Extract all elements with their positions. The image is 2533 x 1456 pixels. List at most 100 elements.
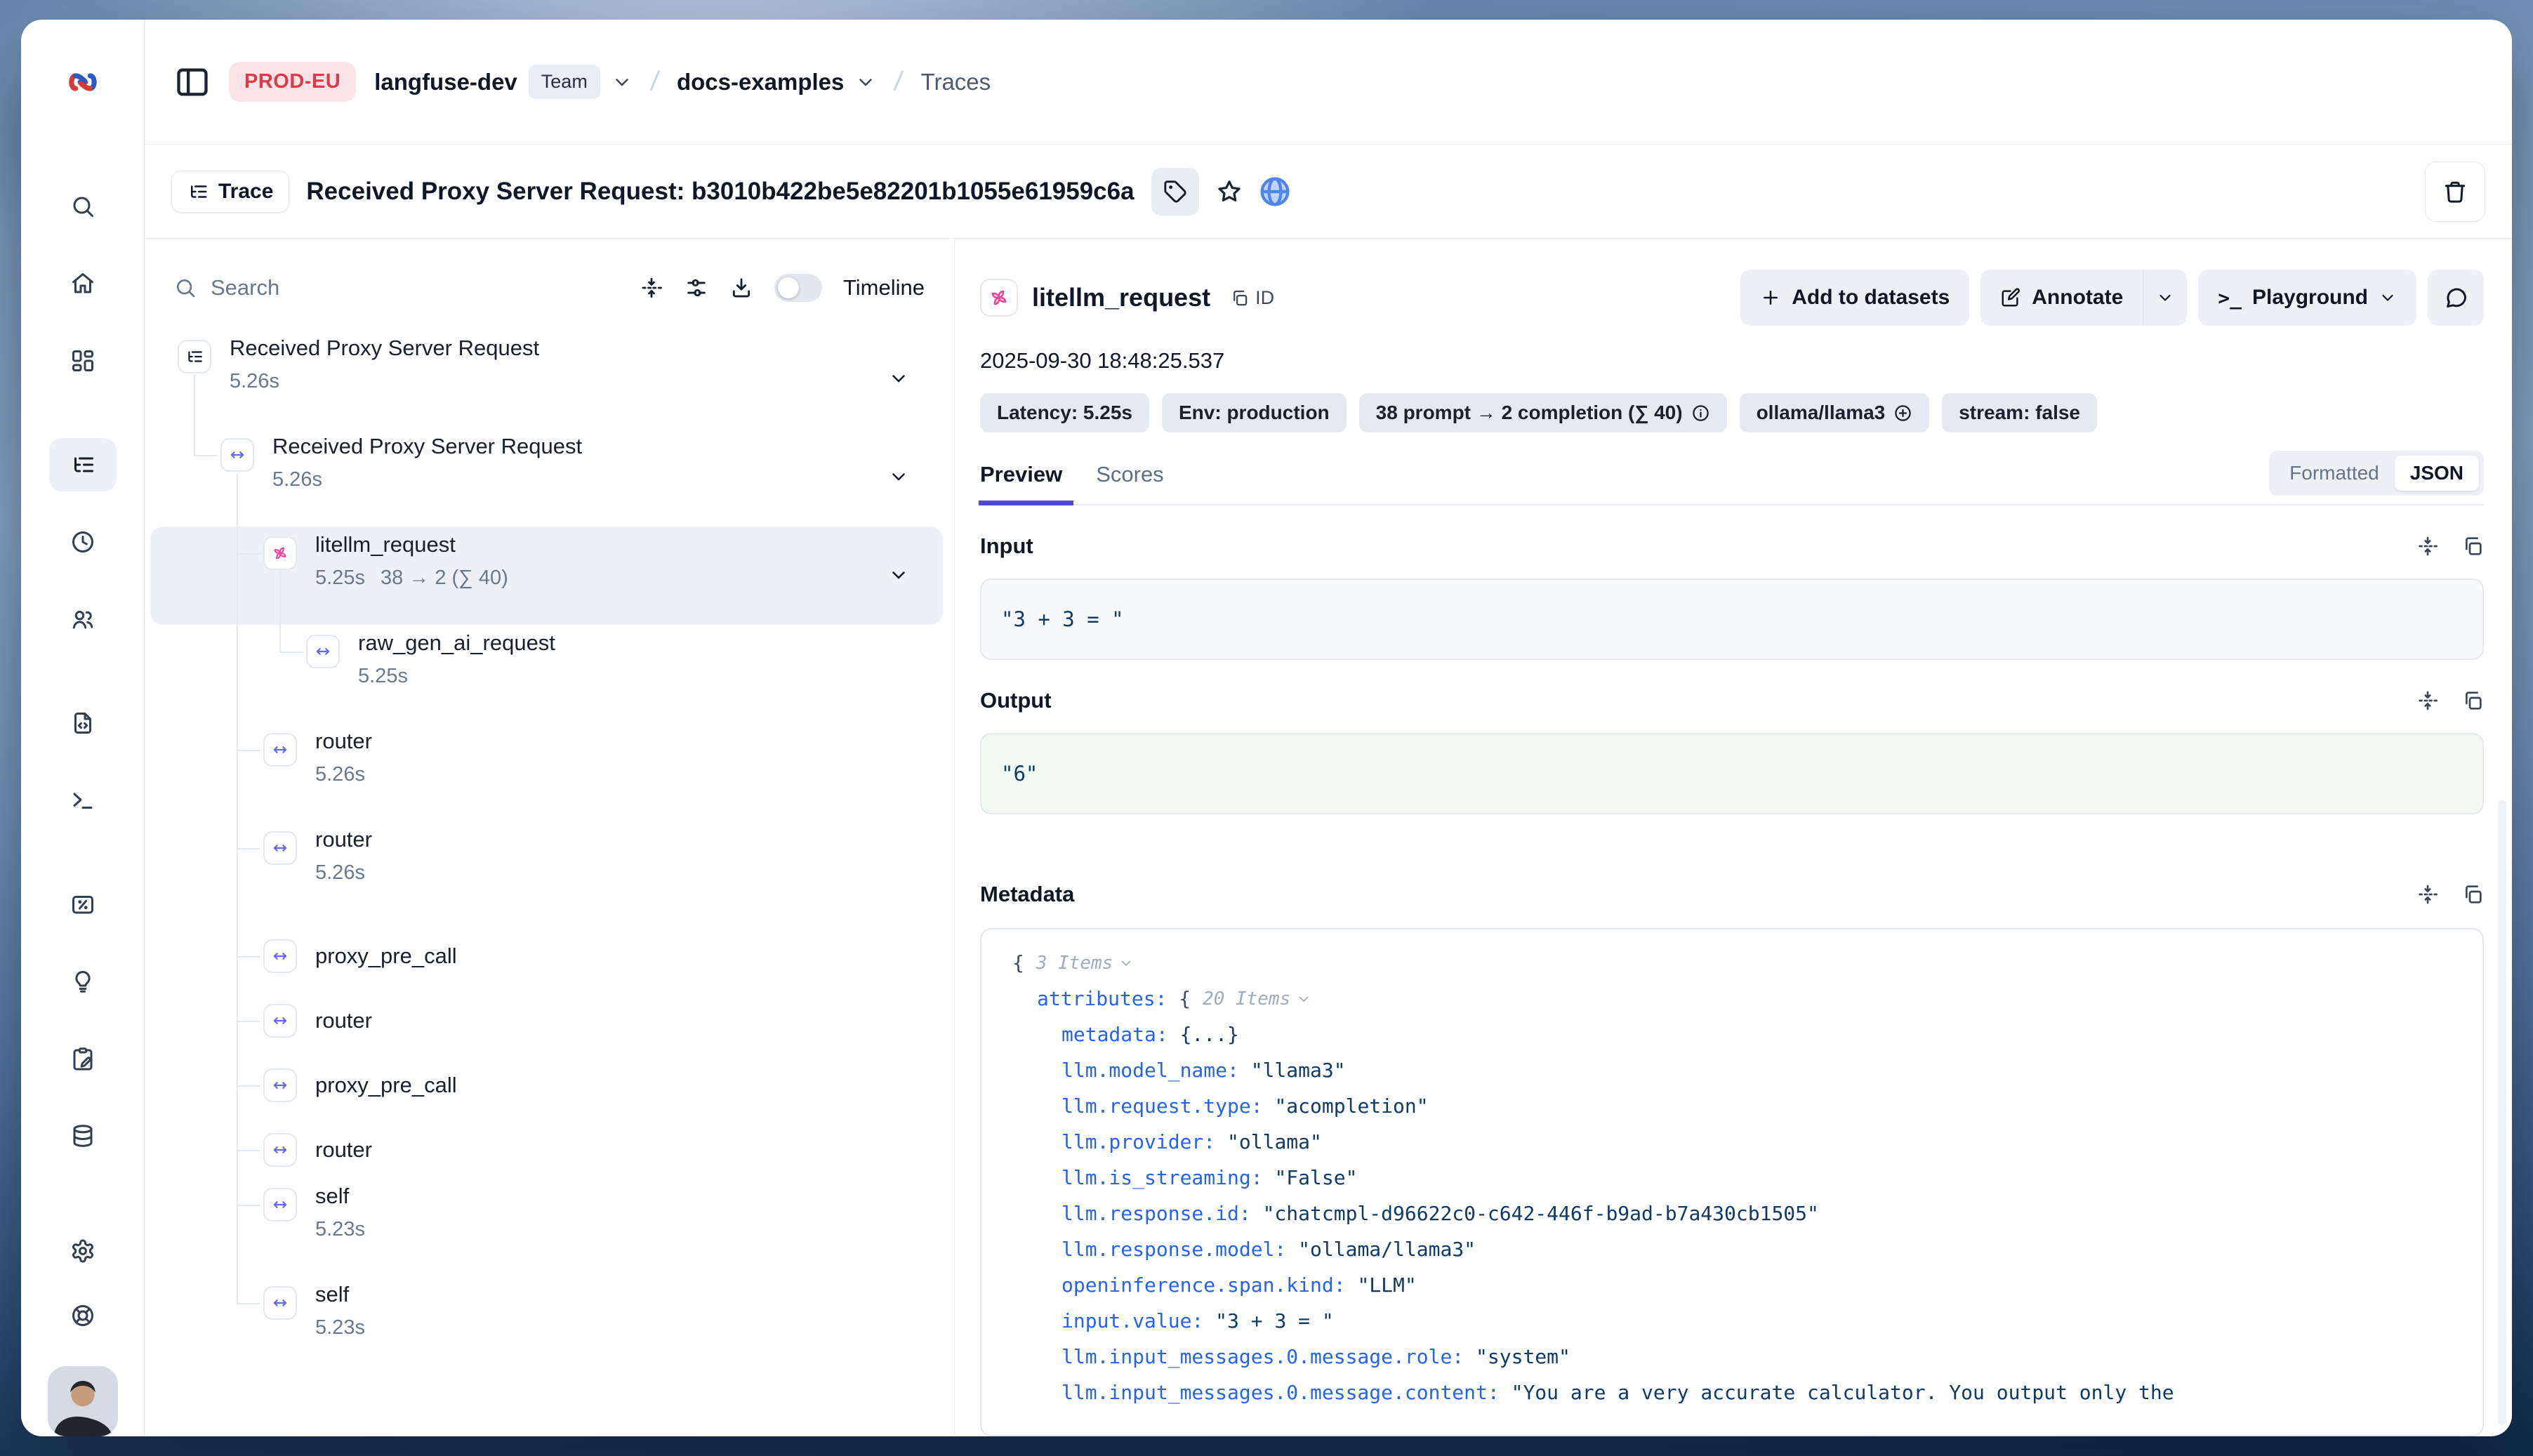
- tree-row[interactable]: Received Proxy Server Request5.26s: [145, 432, 954, 531]
- sidebar-item-home[interactable]: [49, 257, 117, 310]
- terminal-icon: >_: [2218, 286, 2242, 310]
- trace-header-row: Trace Received Proxy Server Request: b30…: [145, 145, 2512, 239]
- sidebar-item-settings[interactable]: [49, 1224, 117, 1278]
- span-arrow-icon: [263, 733, 297, 767]
- org-breadcrumb[interactable]: langfuse-dev Team: [374, 65, 633, 99]
- input-value: "3 + 3 = ": [980, 578, 2484, 660]
- search-icon: [174, 277, 197, 299]
- collapse-all-button[interactable]: [640, 276, 663, 300]
- sidebar-toggle-button[interactable]: [174, 64, 211, 100]
- user-avatar[interactable]: [48, 1366, 118, 1436]
- chevron-down-icon[interactable]: [888, 564, 909, 589]
- sidebar-item-insights[interactable]: [49, 955, 117, 1008]
- chevron-down-icon[interactable]: [1296, 991, 1311, 1007]
- tree-row[interactable]: router: [145, 988, 954, 1053]
- delete-trace-button[interactable]: [2425, 161, 2485, 222]
- tree-settings-button[interactable]: [684, 276, 708, 300]
- sidebar-item-playground[interactable]: [49, 774, 117, 827]
- view-formatted-option[interactable]: Formatted: [2274, 456, 2395, 491]
- clock-icon: [70, 529, 95, 555]
- plus-icon: [1760, 287, 1781, 308]
- sidebar-item-datasets[interactable]: [49, 1109, 117, 1163]
- app-window: PROD-EU langfuse-dev Team / docs-example…: [21, 20, 2512, 1436]
- tree-row[interactable]: router: [145, 1118, 954, 1182]
- input-section-heading: Input: [980, 534, 2484, 559]
- tree-row[interactable]: proxy_pre_call: [145, 924, 954, 988]
- clipboard-pen-icon: [70, 1046, 95, 1071]
- copy-id-button[interactable]: ID: [1230, 287, 1274, 309]
- project-breadcrumb[interactable]: docs-examples: [677, 69, 876, 95]
- chevron-down-icon[interactable]: [1118, 955, 1134, 971]
- add-to-datasets-button[interactable]: Add to datasets: [1740, 270, 1969, 326]
- search-input[interactable]: Search: [174, 275, 619, 300]
- tree-row[interactable]: raw_gen_ai_request5.25s: [145, 629, 954, 727]
- tree-row[interactable]: self5.23s: [145, 1182, 954, 1280]
- metadata-line: metadata: {...}: [981, 1017, 2482, 1052]
- annotate-button[interactable]: Annotate: [1980, 270, 2143, 326]
- chevron-down-icon[interactable]: [888, 466, 909, 491]
- public-globe-button[interactable]: [1259, 176, 1290, 207]
- tree-row[interactable]: Received Proxy Server Request5.26s: [145, 334, 954, 432]
- metadata-line: llm.provider: "ollama": [981, 1124, 2482, 1160]
- info-circle-icon: [1691, 404, 1710, 423]
- timeline-toggle[interactable]: [774, 274, 822, 302]
- logo-knot-icon: [61, 60, 105, 104]
- view-json-option[interactable]: JSON: [2395, 456, 2479, 491]
- sidebar-item-evaluators[interactable]: [49, 878, 117, 931]
- org-name: langfuse-dev: [374, 69, 517, 95]
- chevron-down-icon: [888, 564, 909, 585]
- chevron-down-icon: [2156, 289, 2174, 307]
- collapse-section-button[interactable]: [2416, 535, 2439, 557]
- chevron-down-icon: [888, 368, 909, 389]
- chevron-down-icon: [611, 72, 633, 93]
- tree-row[interactable]: self5.23s: [145, 1280, 954, 1379]
- span-arrow-icon: [271, 1196, 289, 1214]
- collapse-section-button[interactable]: [2416, 883, 2439, 906]
- tab-preview[interactable]: Preview: [980, 462, 1062, 504]
- langfuse-logo[interactable]: [61, 20, 105, 145]
- tree-row[interactable]: litellm_request5.25s38 → 2 (∑ 40): [145, 531, 954, 629]
- copy-input-button[interactable]: [2461, 535, 2484, 557]
- collapse-section-button[interactable]: [2416, 689, 2439, 712]
- observation-badge: 38 prompt → 2 completion (∑ 40): [1359, 393, 1727, 432]
- percent-square-icon: [70, 892, 95, 917]
- span-arrow-icon: [220, 438, 254, 472]
- metadata-line: llm.is_streaming: "False": [981, 1160, 2482, 1196]
- download-button[interactable]: [729, 276, 753, 300]
- observation-title: litellm_request: [1032, 283, 1210, 312]
- star-button[interactable]: [1216, 178, 1243, 205]
- breadcrumb-page[interactable]: Traces: [921, 69, 991, 95]
- tree-row[interactable]: router5.26s: [145, 727, 954, 826]
- copy-output-button[interactable]: [2461, 689, 2484, 712]
- sidebar-item-search[interactable]: [49, 180, 117, 233]
- span-arrow-icon: [306, 635, 340, 668]
- span-arrow-icon: [271, 1076, 289, 1094]
- lightbulb-icon: [70, 969, 95, 994]
- home-icon: [70, 271, 95, 296]
- span-tree-panel: Search Timeline Received Proxy Server Re…: [145, 239, 955, 1436]
- comments-button[interactable]: [2428, 270, 2484, 326]
- sidebar-item-prompts[interactable]: [49, 696, 117, 750]
- output-section-heading: Output: [980, 688, 2484, 713]
- sidebar-item-support[interactable]: [49, 1289, 117, 1342]
- tag-button[interactable]: [1151, 168, 1199, 216]
- sidebar-item-dashboards[interactable]: [49, 334, 117, 388]
- metadata-line: { 3 Items: [981, 945, 2482, 981]
- trash-icon: [2442, 179, 2468, 204]
- metadata-line: llm.request.type: "acompletion": [981, 1088, 2482, 1124]
- copy-metadata-button[interactable]: [2461, 883, 2484, 906]
- tree-row[interactable]: proxy_pre_call: [145, 1053, 954, 1118]
- tree-row[interactable]: router5.26s: [145, 826, 954, 924]
- sidebar-item-annotations[interactable]: [49, 1032, 117, 1085]
- sidebar-item-users[interactable]: [49, 593, 117, 646]
- playground-button[interactable]: >_ Playground: [2198, 270, 2416, 326]
- scrollbar[interactable]: [2498, 800, 2506, 1425]
- sidebar-item-sessions[interactable]: [49, 515, 117, 569]
- sidebar-item-traces[interactable]: [49, 438, 117, 491]
- chevron-down-icon[interactable]: [888, 368, 909, 392]
- span-arrow-icon: [271, 1141, 289, 1159]
- lifebuoy-icon: [70, 1303, 95, 1328]
- annotate-dropdown-button[interactable]: [2143, 270, 2187, 326]
- tab-scores[interactable]: Scores: [1096, 462, 1163, 504]
- metadata-json-viewer: { 3 Itemsattributes: { 20 Itemsmetadata:…: [980, 928, 2484, 1436]
